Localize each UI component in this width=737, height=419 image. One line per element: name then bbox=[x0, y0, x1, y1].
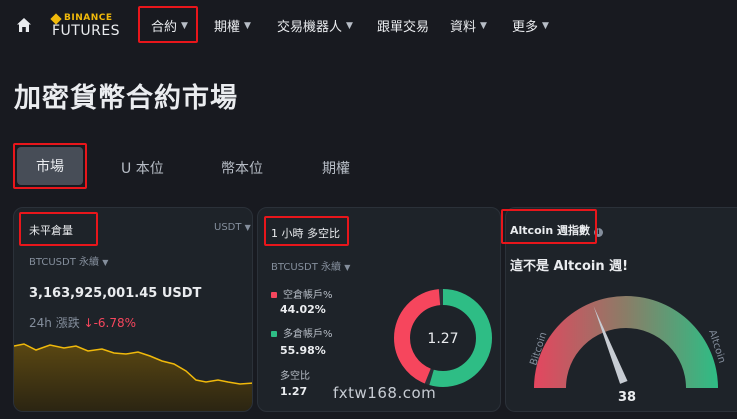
long-accounts-value: 55.98% bbox=[280, 344, 326, 357]
tab-coinm[interactable]: 幣本位 bbox=[221, 158, 263, 178]
altcoin-headline: 這不是 Altcoin 週! bbox=[510, 259, 629, 274]
highlight-box-futures bbox=[138, 6, 198, 43]
nav-label: 資料 bbox=[450, 20, 477, 35]
nav-item-more[interactable]: 更多 ▼ bbox=[512, 16, 549, 35]
home-icon[interactable] bbox=[15, 16, 33, 34]
watermark: fxtw168.com bbox=[333, 384, 437, 402]
nav-item-data[interactable]: 資料 ▼ bbox=[450, 16, 487, 35]
binance-futures-logo[interactable]: BINANCE FUTURES bbox=[50, 13, 132, 39]
short-accounts-label: 空倉帳戶% bbox=[283, 290, 333, 301]
gauge-value: 38 bbox=[618, 390, 636, 405]
logo-product: FUTURES bbox=[52, 23, 121, 39]
symbol-select[interactable]: BTCUSDT 永續 ▼ bbox=[29, 253, 108, 268]
page-title: 加密貨幣合約市場 bbox=[14, 83, 238, 114]
unit-select-label: USDT bbox=[214, 222, 242, 233]
nav-label: 跟單交易 bbox=[377, 20, 430, 35]
nav-label: 期權 bbox=[214, 20, 241, 35]
nav-item-options[interactable]: 期權 ▼ bbox=[214, 16, 251, 35]
chevron-down-icon: ▼ bbox=[542, 20, 549, 31]
long-accounts-label-row: 多倉帳戶% bbox=[271, 325, 333, 340]
open-interest-value: 3,163,925,001.45 USDT bbox=[29, 286, 202, 301]
chevron-down-icon: ▼ bbox=[244, 20, 251, 31]
open-interest-sparkline bbox=[14, 343, 252, 411]
short-accounts-label-row: 空倉帳戶% bbox=[271, 286, 333, 301]
long-accounts-label: 多倉帳戶% bbox=[283, 329, 333, 340]
highlight-box-long-short bbox=[264, 216, 349, 246]
donut-center-value: 1.27 bbox=[427, 331, 458, 347]
nav-label: 更多 bbox=[512, 20, 539, 35]
caret-down-icon: ▼ bbox=[244, 223, 251, 232]
long-short-donut: 1.27 bbox=[394, 289, 492, 387]
symbol-select[interactable]: BTCUSDT 永續 ▼ bbox=[271, 258, 350, 273]
chevron-down-icon: ▼ bbox=[346, 20, 353, 31]
top-nav: BINANCE FUTURES 合約 ▼ 期權 ▼ 交易機器人 ▼ 跟單交易 資料 ▼ … bbox=[0, 0, 737, 52]
nav-item-trading-bots[interactable]: 交易機器人 ▼ bbox=[277, 16, 353, 35]
unit-select[interactable]: USDT ▼ bbox=[214, 222, 251, 233]
symbol-label: BTCUSDT 永續 bbox=[271, 262, 342, 273]
chevron-down-icon: ▼ bbox=[480, 20, 487, 31]
tab-usdm[interactable]: U 本位 bbox=[121, 158, 164, 178]
symbol-label: BTCUSDT 永續 bbox=[29, 257, 100, 268]
highlight-box-market-tab bbox=[13, 143, 87, 189]
ratio-label: 多空比 bbox=[280, 371, 310, 382]
short-accounts-value: 44.02% bbox=[280, 303, 326, 316]
ratio-value: 1.27 bbox=[280, 385, 308, 398]
logo-brand: BINANCE bbox=[64, 13, 113, 23]
nav-label: 交易機器人 bbox=[277, 20, 343, 35]
tab-options[interactable]: 期權 bbox=[322, 158, 350, 178]
highlight-box-open-interest bbox=[19, 212, 98, 246]
caret-down-icon: ▼ bbox=[344, 263, 351, 272]
nav-item-copy-trading[interactable]: 跟單交易 bbox=[377, 16, 429, 35]
short-legend-swatch bbox=[271, 292, 277, 298]
highlight-box-altcoin bbox=[501, 209, 597, 244]
altcoin-gauge: Bitcoin Altcoin 38 bbox=[528, 296, 727, 405]
caret-down-icon: ▼ bbox=[102, 258, 109, 267]
long-legend-swatch bbox=[271, 331, 277, 337]
